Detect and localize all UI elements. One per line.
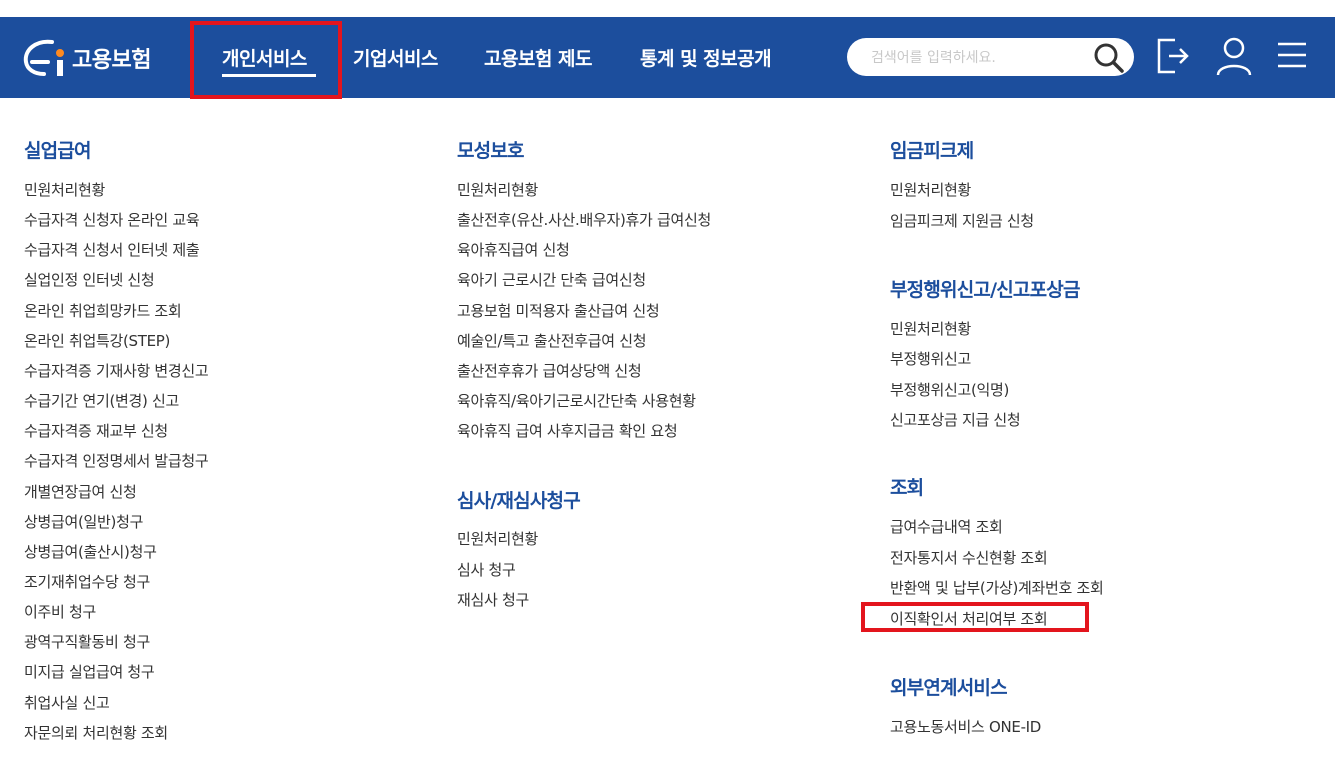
- menu-link[interactable]: 상병급여(일반)청구: [24, 511, 143, 532]
- menu-link[interactable]: 민원처리현황: [890, 179, 971, 200]
- menu-link[interactable]: 부정행위신고: [890, 348, 971, 369]
- highlight-box-link: [861, 602, 1089, 632]
- menu-link[interactable]: 고용보험 미적용자 출산급여 신청: [457, 300, 660, 321]
- menu-link[interactable]: 미지급 실업급여 청구: [24, 661, 155, 682]
- menu-link[interactable]: 육아휴직 급여 사후지급금 확인 요청: [457, 420, 678, 441]
- menu-link[interactable]: 급여수급내역 조회: [890, 516, 1003, 537]
- section-title: 모성보호: [457, 140, 525, 162]
- menu-link[interactable]: 수급자격증 기재사항 변경신고: [24, 360, 209, 381]
- section-title: 실업급여: [24, 140, 92, 162]
- highlight-box-nav: [190, 21, 342, 99]
- menu-link[interactable]: 반환액 및 납부(가상)계좌번호 조회: [890, 577, 1104, 598]
- menu-link[interactable]: 개별연장급여 신청: [24, 481, 137, 502]
- logout-icon[interactable]: [1155, 36, 1191, 80]
- user-icon[interactable]: [1214, 35, 1254, 81]
- menu-link[interactable]: 출산전후휴가 급여상당액 신청: [457, 360, 642, 381]
- menu-link[interactable]: 민원처리현황: [457, 179, 538, 200]
- search-box: [847, 38, 1134, 78]
- section-title: 심사/재심사청구: [457, 490, 581, 512]
- menu-link[interactable]: 광역구직활동비 청구: [24, 631, 150, 652]
- nav-business-services[interactable]: 기업서비스: [353, 44, 438, 71]
- search-icon[interactable]: [1093, 42, 1125, 74]
- menu-link[interactable]: 임금피크제 지원금 신청: [890, 210, 1034, 231]
- menu-link[interactable]: 재심사 청구: [457, 589, 529, 610]
- menu-link[interactable]: 육아휴직/육아기근로시간단축 사용현황: [457, 390, 696, 411]
- logo-icon: [22, 36, 70, 80]
- menu-link[interactable]: 이주비 청구: [24, 601, 96, 622]
- menu-link[interactable]: 취업사실 신고: [24, 692, 110, 713]
- menu-link[interactable]: 수급자격 인정명세서 발급청구: [24, 450, 209, 471]
- menu-link[interactable]: 신고포상금 지급 신청: [890, 409, 1021, 430]
- menu-link[interactable]: 예술인/특고 출산전후급여 신청: [457, 330, 647, 351]
- menu-link[interactable]: 조기재취업수당 청구: [24, 571, 150, 592]
- menu-link[interactable]: 수급기간 연기(변경) 신고: [24, 390, 179, 411]
- menu-link[interactable]: 수급자격 신청자 온라인 교육: [24, 209, 200, 230]
- menu-link[interactable]: 자문의뢰 처리현황 조회: [24, 722, 168, 743]
- menu-link[interactable]: 상병급여(출산시)청구: [24, 541, 157, 562]
- menu-icon[interactable]: [1276, 39, 1308, 75]
- menu-link[interactable]: 육아기 근로시간 단축 급여신청: [457, 269, 646, 290]
- menu-link[interactable]: 온라인 취업희망카드 조회: [24, 300, 182, 321]
- menu-link[interactable]: 민원처리현황: [24, 179, 105, 200]
- menu-link[interactable]: 전자통지서 수신현황 조회: [890, 547, 1048, 568]
- menu-link[interactable]: 고용노동서비스 ONE-ID: [890, 716, 1041, 737]
- section-title: 부정행위신고/신고포상금: [890, 279, 1080, 301]
- nav-statistics-info[interactable]: 통계 및 정보공개: [640, 44, 772, 71]
- menu-link[interactable]: 육아휴직급여 신청: [457, 239, 570, 260]
- menu-link[interactable]: 민원처리현황: [457, 528, 538, 549]
- menu-link[interactable]: 출산전후(유산.사산.배우자)휴가 급여신청: [457, 209, 711, 230]
- section-title: 외부연계서비스: [890, 677, 1008, 699]
- nav-insurance-system[interactable]: 고용보험 제도: [484, 44, 593, 71]
- menu-link[interactable]: 부정행위신고(익명): [890, 379, 1009, 400]
- menu-link[interactable]: 심사 청구: [457, 559, 516, 580]
- logo-text: 고용보험: [72, 48, 151, 73]
- section-title: 조회: [890, 477, 924, 499]
- menu-link[interactable]: 수급자격증 재교부 신청: [24, 420, 168, 441]
- search-input[interactable]: [869, 38, 1093, 78]
- menu-link[interactable]: 민원처리현황: [890, 318, 971, 339]
- site-logo[interactable]: 고용보험: [22, 36, 151, 80]
- menu-link[interactable]: 수급자격 신청서 인터넷 제출: [24, 239, 200, 260]
- top-strip: [0, 0, 1335, 17]
- menu-link[interactable]: 온라인 취업특강(STEP): [24, 330, 170, 351]
- section-title: 임금피크제: [890, 140, 974, 162]
- menu-link[interactable]: 실업인정 인터넷 신청: [24, 269, 155, 290]
